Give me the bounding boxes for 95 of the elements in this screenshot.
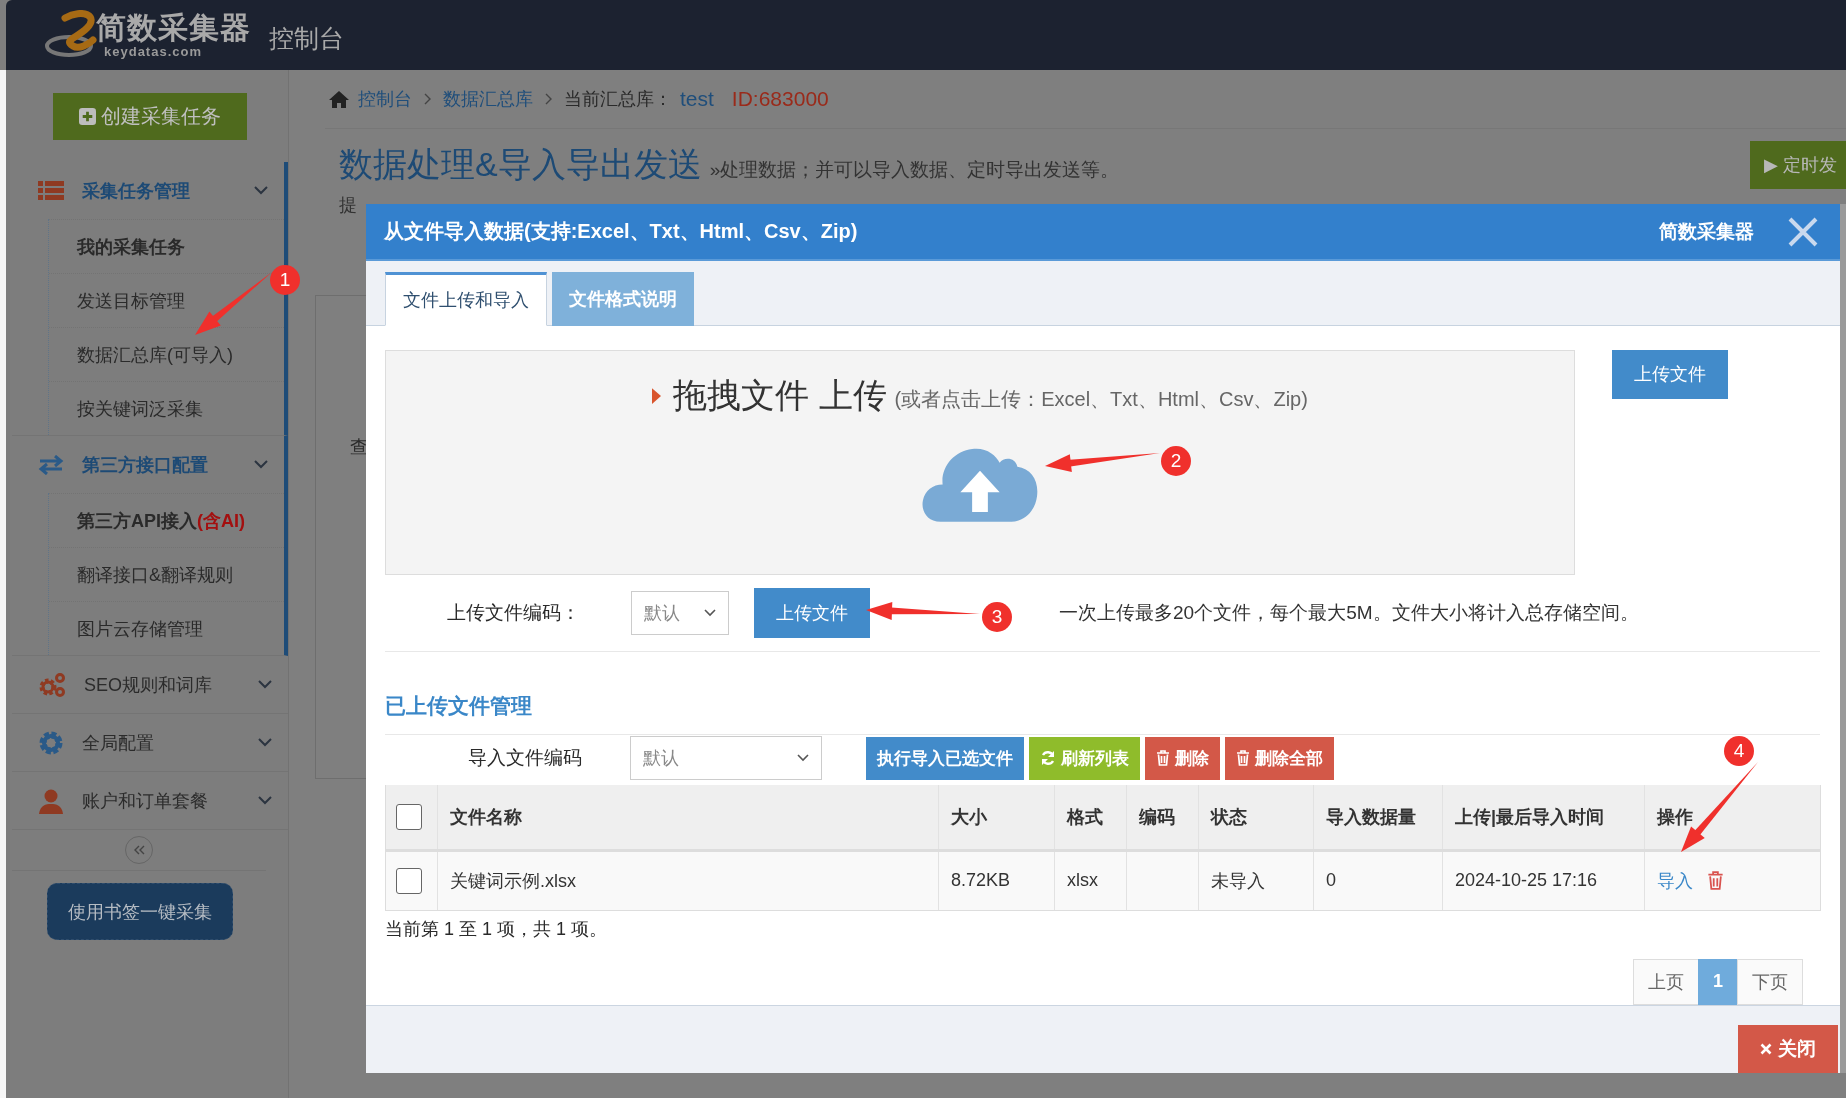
menu-group[interactable]: 全局配置 (12, 714, 288, 771)
drop-zone-hint: (或者点击上传：Excel、Txt、Html、Csv、Zip) (894, 387, 1308, 413)
gears-icon (38, 671, 66, 698)
list-icon (38, 180, 64, 201)
console-title: 控制台 (269, 22, 344, 54)
column-header: 导入数据量 (1313, 784, 1443, 851)
table-cell: 未导入 (1198, 850, 1314, 911)
column-header: 大小 (938, 784, 1055, 851)
table-cell: 0 (1313, 850, 1443, 911)
select-all-checkbox[interactable] (396, 803, 422, 830)
delete-button[interactable]: 删除 (1145, 736, 1220, 780)
table-cell: xlsx (1054, 850, 1127, 911)
panel-text: 查 (350, 436, 368, 459)
chevron-down-icon (704, 608, 716, 617)
refresh-icon (1040, 750, 1056, 767)
table-summary: 当前第 1 至 1 项，共 1 项。 (385, 917, 609, 941)
ai-tag: (含AI) (197, 508, 245, 533)
dialog-title: 从文件导入数据(支持:Excel、Txt、Html、Csv、Zip) (384, 219, 859, 245)
menu-group[interactable]: SEO规则和词库 (12, 656, 288, 713)
step-badge: 1 (270, 265, 300, 295)
menu-group-label: 全局配置 (82, 731, 155, 755)
pagination-button[interactable]: 上页 (1633, 958, 1699, 1005)
delete-button[interactable]: 删除全部 (1225, 736, 1334, 780)
column-header: 状态 (1198, 784, 1314, 851)
column-header: 操作 (1644, 784, 1821, 851)
logo-domain: keydatas.com (104, 45, 203, 59)
current-database-id: ID:683000 (731, 87, 829, 111)
chevron-right-icon (545, 93, 552, 105)
drop-zone-title: 拖拽文件 上传 (673, 374, 887, 416)
caret-right-icon (652, 387, 662, 404)
tab[interactable]: 文件格式说明 (552, 271, 694, 326)
chevron-down-icon (258, 680, 272, 689)
tab[interactable]: 文件上传和导入 (385, 271, 547, 326)
chevron-down-icon (258, 738, 272, 747)
chevron-down-icon (258, 796, 272, 805)
schedule-button[interactable]: ▶ 定时发 (1750, 141, 1846, 189)
dialog-brand: 简数采集器 (1659, 219, 1754, 244)
menu-item[interactable]: 图片云存储管理 (49, 601, 284, 655)
column-header: 文件名称 (437, 784, 939, 851)
breadcrumb-label: 当前汇总库： (564, 88, 672, 111)
table-cell: 2024-10-25 17:16 (1442, 850, 1645, 911)
import-link[interactable]: 导入 (1657, 868, 1693, 893)
import-encoding-label: 导入文件编码 (468, 746, 583, 771)
current-database-name: test (680, 87, 714, 111)
close-button[interactable]: 关闭 (1738, 1025, 1838, 1073)
menu-group[interactable]: 第三方接口配置 (12, 436, 284, 493)
refresh-list-button[interactable]: 刷新列表 (1029, 736, 1140, 780)
swap-arrows-icon (38, 454, 64, 475)
trash-icon (1236, 750, 1250, 767)
column-header: 格式 (1054, 784, 1127, 851)
column-header: 编码 (1126, 784, 1199, 851)
table-cell: 8.72KB (938, 850, 1055, 911)
close-icon[interactable] (1788, 216, 1818, 247)
table-cell: 关键词示例.xlsx (437, 850, 939, 911)
page-title: 数据处理&导入导出发送 (339, 144, 702, 185)
trash-icon[interactable] (1707, 871, 1724, 891)
gear-icon (38, 729, 64, 756)
breadcrumb-link[interactable]: 数据汇总库 (443, 87, 533, 111)
logo-text: 简数采集器 (96, 11, 251, 45)
encoding-label: 上传文件编码： (447, 600, 581, 625)
menu-group[interactable]: 采集任务管理 (12, 162, 284, 219)
breadcrumb-link[interactable]: 控制台 (358, 87, 412, 111)
bookmark-collect-button[interactable]: 使用书签一键采集 (47, 883, 233, 940)
upload-file-button[interactable]: 上传文件 (1612, 349, 1728, 399)
chevron-right-icon (424, 93, 431, 105)
menu-group-label: SEO规则和词库 (84, 673, 213, 697)
close-icon (1760, 1043, 1772, 1055)
section-title: 已上传文件管理 (385, 691, 1820, 735)
encoding-select[interactable]: 默认 (631, 590, 729, 635)
chevron-down-icon (797, 754, 809, 763)
row-checkbox[interactable] (396, 867, 422, 894)
plus-icon (79, 107, 96, 125)
trash-icon (1156, 750, 1170, 767)
page-subtitle: »处理数据；并可以导入数据、定时导出发送等。 (709, 158, 1120, 182)
menu-group-label: 采集任务管理 (82, 179, 191, 203)
home-icon (328, 90, 350, 108)
menu-item[interactable]: 按关键词泛采集 (49, 381, 284, 435)
double-chevron-left-icon (133, 845, 145, 855)
menu-item[interactable]: 翻译接口&翻译规则 (49, 547, 284, 601)
create-task-button[interactable]: 创建采集任务 (53, 92, 247, 140)
chevron-down-icon (254, 460, 268, 469)
pagination-button[interactable]: 1 (1698, 958, 1738, 1005)
hint-text: 提 (339, 194, 358, 217)
column-header: 上传|最后导入时间 (1442, 784, 1645, 851)
menu-group[interactable]: 账户和订单套餐 (12, 772, 288, 829)
pagination-button[interactable]: 下页 (1737, 958, 1803, 1005)
upload-limit-note: 一次上传最多20个文件，每个最大5M。文件大小将计入总存储空间。 (1059, 600, 1639, 625)
user-icon (38, 787, 64, 814)
upload-file-button[interactable]: 上传文件 (754, 587, 870, 638)
menu-item[interactable]: 第三方API接入(含AI) (49, 493, 284, 547)
menu-group-label: 第三方接口配置 (82, 453, 209, 477)
menu-group-label: 账户和订单套餐 (82, 789, 209, 813)
import-encoding-select[interactable]: 默认 (630, 736, 822, 781)
chevron-down-icon (254, 186, 268, 195)
import-selected-button[interactable]: 执行导入已选文件 (866, 736, 1024, 780)
